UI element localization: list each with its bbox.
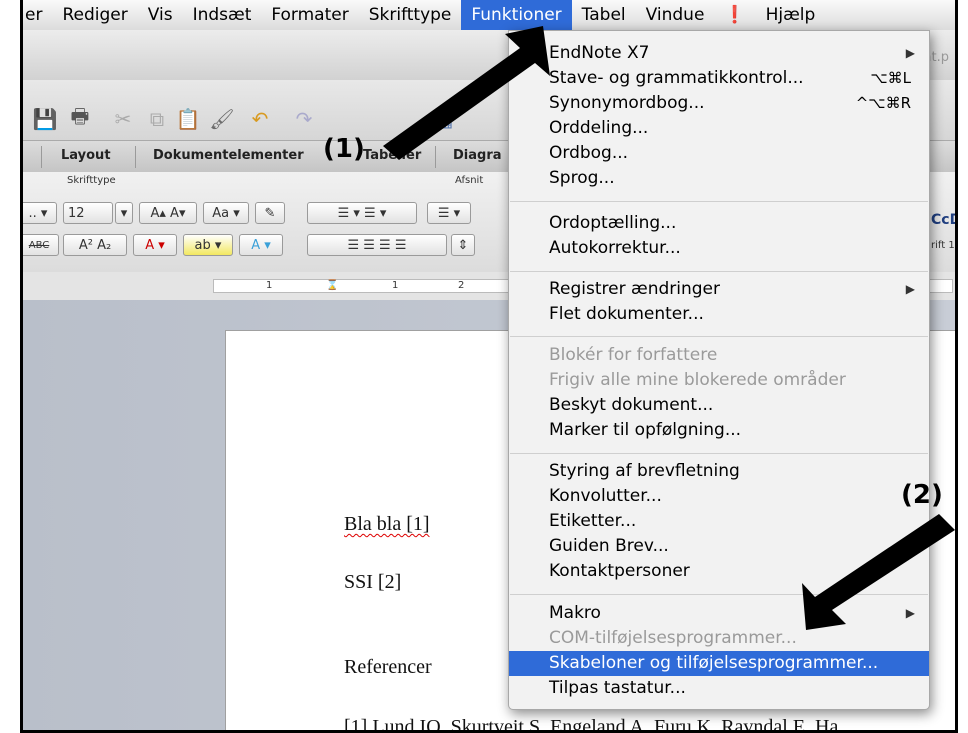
callout-2: (2) <box>901 480 943 510</box>
screenshot-frame: er Rediger Vis Indsæt Formater Skrifttyp… <box>20 0 958 733</box>
arrow-2-icon <box>802 514 955 630</box>
arrow-1-icon <box>383 26 550 160</box>
callout-1: (1) <box>323 134 365 164</box>
annotation-overlay <box>383 26 955 630</box>
